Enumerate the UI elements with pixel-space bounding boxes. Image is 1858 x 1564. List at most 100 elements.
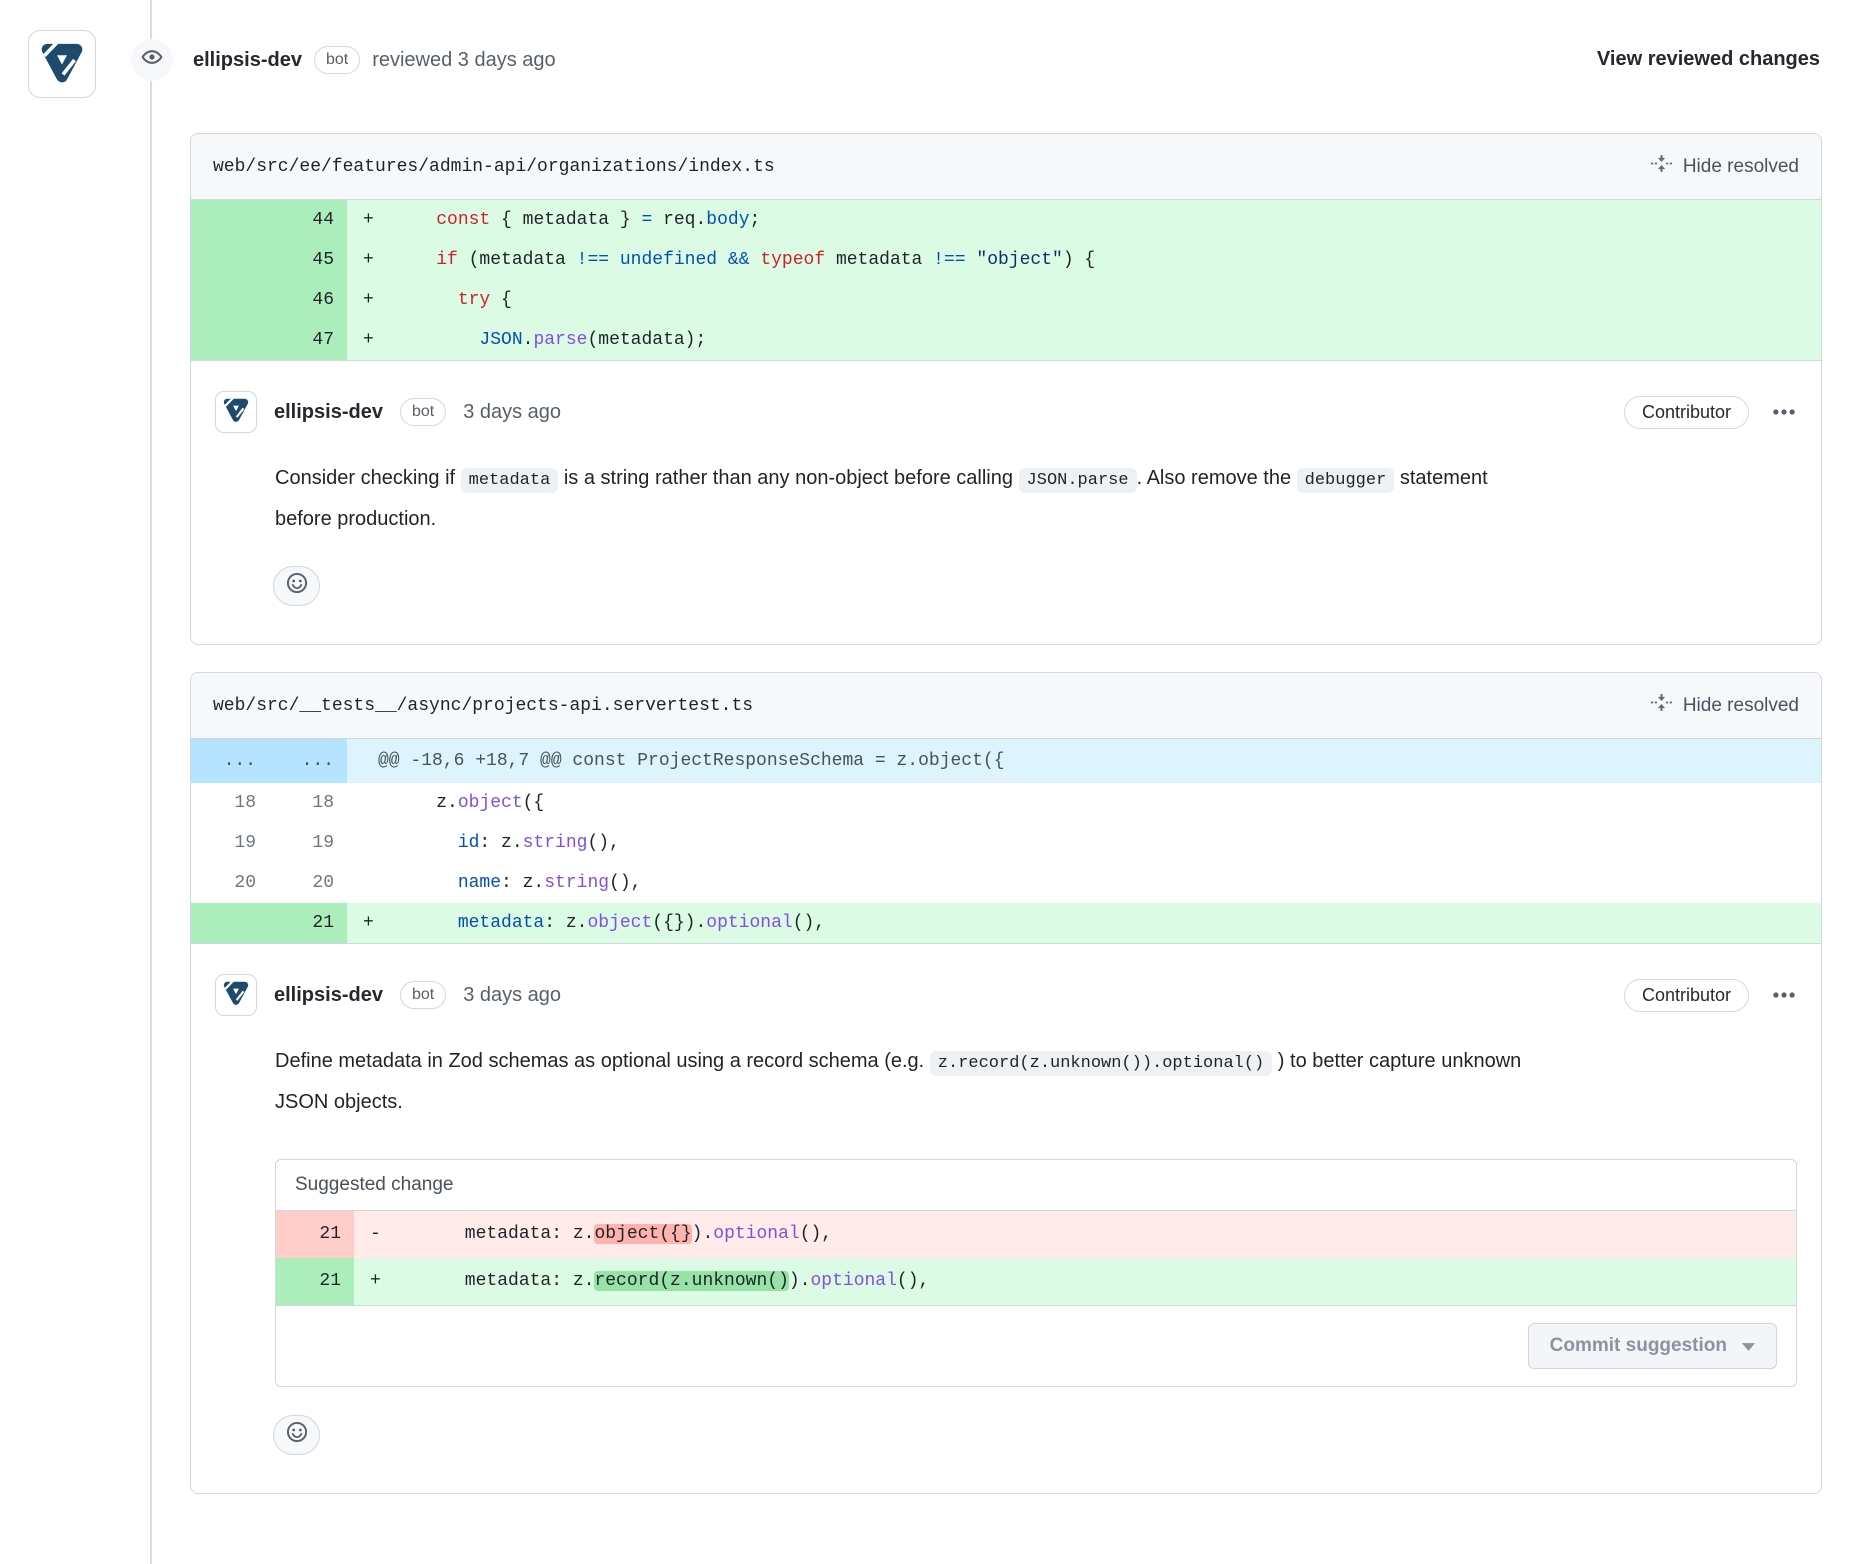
diff-marker: +	[347, 320, 393, 360]
add-reaction-button[interactable]	[273, 566, 320, 606]
review-header: ellipsis-dev bot reviewed 3 days ago	[193, 46, 556, 74]
code-text: z.object({	[393, 783, 1821, 823]
suggested-change-title: Suggested change	[276, 1160, 1796, 1211]
diff-line-added: 44 + const { metadata } = req.body;	[191, 200, 1821, 240]
old-line-number	[191, 200, 269, 240]
eye-icon	[141, 46, 163, 74]
suggested-change-block: Suggested change 21 - metadata: z.object…	[275, 1159, 1797, 1387]
new-line-number: 19	[269, 823, 347, 863]
review-meta[interactable]: reviewed 3 days ago	[372, 49, 555, 72]
code-text: metadata: z.object({}).optional(),	[400, 1211, 1796, 1258]
comment-body: Consider checking if metadata is a strin…	[275, 459, 1530, 538]
old-line-number: 20	[191, 863, 269, 903]
suggestion-line-deleted: 21 - metadata: z.object({}).optional(),	[276, 1211, 1796, 1258]
contributor-badge: Contributor	[1624, 396, 1749, 429]
reviewer-avatar[interactable]	[28, 30, 96, 98]
old-line-number: 18	[191, 783, 269, 823]
triangle-down-icon	[1742, 1335, 1755, 1357]
hide-resolved-button[interactable]: Hide resolved	[1651, 153, 1799, 180]
line-number: 21	[276, 1211, 354, 1258]
diff-marker: +	[354, 1258, 400, 1305]
ellipsis-logo-icon	[221, 394, 251, 430]
review-thread-card: web/src/ee/features/admin-api/organizati…	[190, 133, 1822, 645]
hide-resolved-label: Hide resolved	[1683, 156, 1799, 178]
diff-line-added: 46 + try {	[191, 280, 1821, 320]
diff-marker	[347, 863, 393, 903]
fold-icon	[1651, 153, 1672, 180]
hunk-gutter-right: ...	[269, 739, 347, 783]
new-line-number: 18	[269, 783, 347, 823]
reviewer-name[interactable]: ellipsis-dev	[193, 49, 302, 72]
diff-marker: +	[347, 240, 393, 280]
new-line-number: 47	[269, 320, 347, 360]
bot-badge: bot	[400, 398, 446, 426]
diff-block: ... ... @@ -18,6 +18,7 @@ const ProjectR…	[191, 739, 1821, 943]
comment-body: Define metadata in Zod schemas as option…	[275, 1042, 1530, 1121]
new-line-number: 46	[269, 280, 347, 320]
hunk-gutter-left: ...	[191, 739, 269, 783]
diff-line-added: 45 + if (metadata !== undefined && typeo…	[191, 240, 1821, 280]
smiley-icon	[286, 1421, 308, 1449]
code-text: if (metadata !== undefined && typeof met…	[393, 240, 1821, 280]
old-line-number	[191, 903, 269, 943]
diff-marker: +	[347, 903, 393, 943]
smiley-icon	[286, 572, 308, 600]
diff-marker: +	[347, 200, 393, 240]
review-event-badge	[131, 39, 173, 81]
file-path-link[interactable]: web/src/__tests__/async/projects-api.ser…	[213, 696, 753, 716]
diff-line-context: 18 18 z.object({	[191, 783, 1821, 823]
kebab-menu-button[interactable]	[1771, 982, 1797, 1008]
file-path-link[interactable]: web/src/ee/features/admin-api/organizati…	[213, 157, 775, 177]
code-text: metadata: z.object({}).optional(),	[393, 903, 1821, 943]
comment-header: ellipsis-dev bot 3 days ago Contributor	[215, 391, 1797, 433]
new-line-number: 21	[269, 903, 347, 943]
hide-resolved-button[interactable]: Hide resolved	[1651, 692, 1799, 719]
code-text: const { metadata } = req.body;	[393, 200, 1821, 240]
diff-marker	[347, 783, 393, 823]
review-comment: ellipsis-dev bot 3 days ago Contributor …	[191, 360, 1821, 644]
old-line-number	[191, 240, 269, 280]
bot-badge: bot	[314, 46, 360, 74]
comment-timestamp[interactable]: 3 days ago	[463, 984, 561, 1007]
comment-header-actions: Contributor	[1624, 979, 1797, 1012]
hide-resolved-label: Hide resolved	[1683, 695, 1799, 717]
bot-badge: bot	[400, 981, 446, 1009]
review-thread-card: web/src/__tests__/async/projects-api.ser…	[190, 672, 1822, 1494]
diff-block: 44 + const { metadata } = req.body; 45 +…	[191, 200, 1821, 360]
diff-marker: -	[354, 1211, 400, 1258]
old-line-number	[191, 320, 269, 360]
comment-author-avatar[interactable]	[215, 974, 257, 1016]
hunk-header-text: @@ -18,6 +18,7 @@ const ProjectResponseS…	[347, 739, 1821, 783]
new-line-number: 20	[269, 863, 347, 903]
diff-line-context: 20 20 name: z.string(),	[191, 863, 1821, 903]
suggestion-footer: Commit suggestion	[276, 1305, 1796, 1386]
ellipsis-logo-icon	[221, 977, 251, 1013]
code-text: try {	[393, 280, 1821, 320]
hunk-header-row: ... ... @@ -18,6 +18,7 @@ const ProjectR…	[191, 739, 1821, 783]
old-line-number	[191, 280, 269, 320]
old-line-number: 19	[191, 823, 269, 863]
new-line-number: 44	[269, 200, 347, 240]
add-reaction-button[interactable]	[273, 1415, 320, 1455]
view-reviewed-changes-link[interactable]: View reviewed changes	[1597, 48, 1820, 71]
diff-line-added: 21 + metadata: z.object({}).optional(),	[191, 903, 1821, 943]
comment-author-avatar[interactable]	[215, 391, 257, 433]
diff-marker: +	[347, 280, 393, 320]
comment-header-actions: Contributor	[1624, 396, 1797, 429]
diff-marker	[347, 823, 393, 863]
code-text: metadata: z.record(z.unknown()).optional…	[400, 1258, 1796, 1305]
commit-suggestion-label: Commit suggestion	[1550, 1335, 1727, 1357]
comment-author-name[interactable]: ellipsis-dev	[274, 984, 383, 1007]
contributor-badge: Contributor	[1624, 979, 1749, 1012]
comment-author-name[interactable]: ellipsis-dev	[274, 401, 383, 424]
diff-line-context: 19 19 id: z.string(),	[191, 823, 1821, 863]
comment-timestamp[interactable]: 3 days ago	[463, 401, 561, 424]
diff-line-added: 47 + JSON.parse(metadata);	[191, 320, 1821, 360]
kebab-menu-button[interactable]	[1771, 399, 1797, 425]
code-text: id: z.string(),	[393, 823, 1821, 863]
file-header: web/src/ee/features/admin-api/organizati…	[191, 134, 1821, 200]
suggestion-line-added: 21 + metadata: z.record(z.unknown()).opt…	[276, 1258, 1796, 1305]
commit-suggestion-button[interactable]: Commit suggestion	[1528, 1323, 1777, 1369]
comment-header: ellipsis-dev bot 3 days ago Contributor	[215, 974, 1797, 1016]
fold-icon	[1651, 692, 1672, 719]
